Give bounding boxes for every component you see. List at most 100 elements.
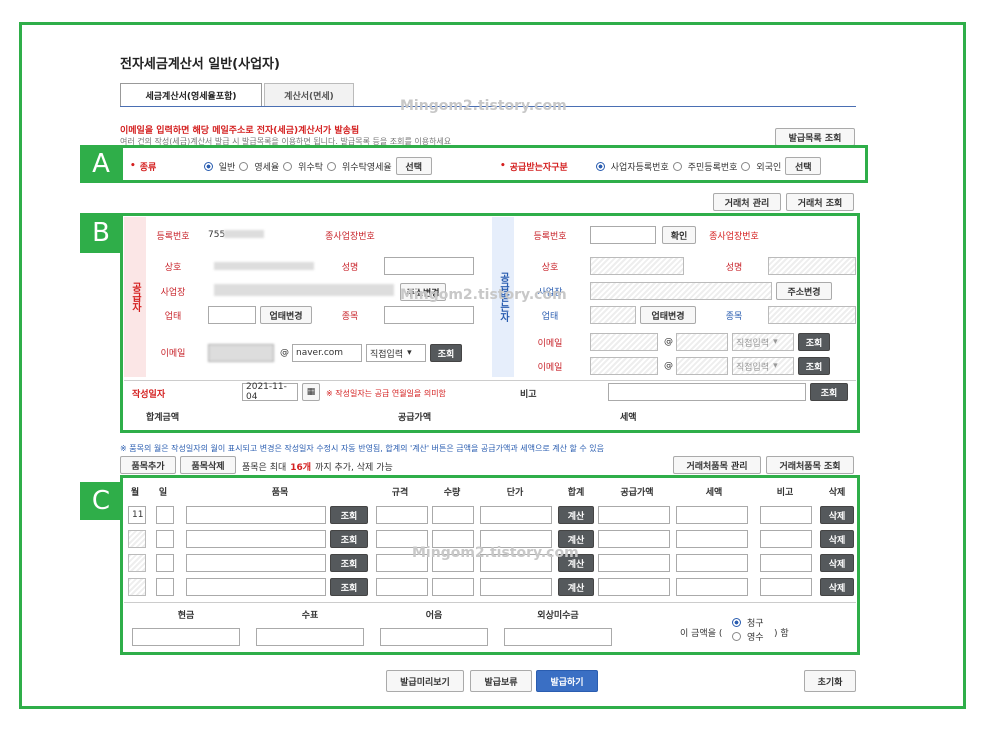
supplier-email-domain-input[interactable]: naver.com bbox=[292, 344, 362, 362]
recipient-email1-search-button[interactable]: 조회 bbox=[798, 333, 830, 351]
add-item-button[interactable]: 품목추가 bbox=[120, 456, 176, 474]
item-tax-input[interactable] bbox=[676, 578, 748, 596]
item-tax-input[interactable] bbox=[676, 506, 748, 524]
item-search-button[interactable]: 조회 bbox=[330, 506, 368, 524]
amount-option-receipt[interactable]: 영수 bbox=[732, 630, 764, 643]
recipient-rep-input[interactable] bbox=[768, 257, 856, 275]
item-qty-input[interactable] bbox=[432, 506, 474, 524]
item-month-input[interactable] bbox=[128, 554, 146, 572]
preview-button[interactable]: 발급미리보기 bbox=[386, 670, 464, 692]
partner-item-manage-button[interactable]: 거래처품목 관리 bbox=[673, 456, 761, 474]
item-search-button[interactable]: 조회 bbox=[330, 554, 368, 572]
issue-list-button[interactable]: 발급목록 조회 bbox=[775, 128, 855, 146]
delete-item-button[interactable]: 품목삭제 bbox=[180, 456, 236, 474]
item-day-input[interactable] bbox=[156, 506, 174, 524]
item-delete-button[interactable]: 삭제 bbox=[820, 554, 854, 572]
type-radio-consign[interactable] bbox=[283, 161, 293, 171]
type-radio-zero[interactable] bbox=[239, 161, 249, 171]
partner-manage-button[interactable]: 거래처 관리 bbox=[713, 193, 781, 211]
item-memo-input[interactable] bbox=[760, 578, 812, 596]
item-search-button[interactable]: 조회 bbox=[330, 530, 368, 548]
recipient-email1-domain-input[interactable] bbox=[676, 333, 728, 351]
recipient-item-input[interactable] bbox=[768, 306, 856, 324]
item-memo-input[interactable] bbox=[760, 530, 812, 548]
partner-search-button[interactable]: 거래처 조회 bbox=[786, 193, 854, 211]
item-name-input[interactable] bbox=[186, 506, 326, 524]
recipient-email1-select[interactable]: 직접입력 ▾ bbox=[732, 333, 794, 351]
recipient-radio-rrn[interactable] bbox=[672, 161, 682, 171]
item-name-input[interactable] bbox=[186, 554, 326, 572]
item-price-input[interactable] bbox=[480, 578, 552, 596]
item-day-input[interactable] bbox=[156, 554, 174, 572]
supplier-rep-input[interactable] bbox=[384, 257, 474, 275]
item-qty-input[interactable] bbox=[432, 578, 474, 596]
date-input[interactable]: 2021-11-04 bbox=[242, 382, 298, 402]
amount-radio-receipt[interactable] bbox=[732, 632, 741, 641]
item-tax-input[interactable] bbox=[676, 554, 748, 572]
item-calc-button[interactable]: 계산 bbox=[558, 506, 594, 524]
item-supply-input[interactable] bbox=[598, 530, 670, 548]
recipient-regno-input[interactable] bbox=[590, 226, 656, 244]
recipient-select-button[interactable]: 선택 bbox=[785, 157, 822, 175]
recipient-addr-input[interactable] bbox=[590, 282, 772, 300]
recipient-email2-id-input[interactable] bbox=[590, 357, 658, 375]
item-spec-input[interactable] bbox=[376, 506, 428, 524]
item-memo-input[interactable] bbox=[760, 554, 812, 572]
partner-item-search-button[interactable]: 거래처품목 조회 bbox=[766, 456, 854, 474]
calendar-icon[interactable]: ▦ bbox=[302, 383, 320, 401]
recipient-radio-bizno[interactable] bbox=[595, 161, 605, 171]
supplier-email-search-button[interactable]: 조회 bbox=[430, 344, 462, 362]
item-month-input[interactable] bbox=[128, 578, 146, 596]
recipient-email2-select[interactable]: 직접입력 ▾ bbox=[732, 357, 794, 375]
item-price-input[interactable] bbox=[480, 506, 552, 524]
item-name-input[interactable] bbox=[186, 578, 326, 596]
item-spec-input[interactable] bbox=[376, 578, 428, 596]
item-delete-button[interactable]: 삭제 bbox=[820, 530, 854, 548]
item-day-input[interactable] bbox=[156, 530, 174, 548]
item-name-input[interactable] bbox=[186, 530, 326, 548]
supplier-email-select[interactable]: 직접입력 ▾ bbox=[366, 344, 426, 362]
item-supply-input[interactable] bbox=[598, 506, 670, 524]
item-supply-input[interactable] bbox=[598, 554, 670, 572]
item-delete-button[interactable]: 삭제 bbox=[820, 506, 854, 524]
recipient-email2-search-button[interactable]: 조회 bbox=[798, 357, 830, 375]
hold-button[interactable]: 발급보류 bbox=[470, 670, 532, 692]
supplier-item-input[interactable] bbox=[384, 306, 474, 324]
tab-tax-invoice[interactable]: 세금계산서(영세율포함) bbox=[120, 83, 262, 107]
recipient-radio-foreign[interactable] bbox=[741, 161, 751, 171]
type-select-button[interactable]: 선택 bbox=[395, 157, 432, 175]
recipient-email1-id-input[interactable] bbox=[590, 333, 658, 351]
supplier-email-id-input[interactable] bbox=[208, 344, 274, 362]
type-radio-general[interactable] bbox=[203, 161, 213, 171]
item-search-button[interactable]: 조회 bbox=[330, 578, 368, 596]
item-tax-input[interactable] bbox=[676, 530, 748, 548]
amount-option-claim[interactable]: 청구 bbox=[732, 616, 764, 629]
amount-radio-claim[interactable] bbox=[732, 618, 741, 627]
memo-search-button[interactable]: 조회 bbox=[810, 383, 848, 401]
payment-cash-input[interactable] bbox=[132, 628, 240, 646]
supplier-biz-button[interactable]: 업태변경 bbox=[260, 306, 312, 324]
type-radio-consign-zero[interactable] bbox=[327, 161, 337, 171]
item-month-input[interactable]: 11 bbox=[128, 506, 146, 524]
item-memo-input[interactable] bbox=[760, 506, 812, 524]
recipient-email2-domain-input[interactable] bbox=[676, 357, 728, 375]
item-delete-button[interactable]: 삭제 bbox=[820, 578, 854, 596]
recipient-addr-button[interactable]: 주소변경 bbox=[776, 282, 832, 300]
recipient-biz-button[interactable]: 업태변경 bbox=[640, 306, 696, 324]
payment-check-input[interactable] bbox=[256, 628, 364, 646]
recipient-confirm-button[interactable]: 확인 bbox=[662, 226, 696, 244]
tab-invoice[interactable]: 계산서(면세) bbox=[264, 83, 354, 107]
payment-note-input[interactable] bbox=[380, 628, 488, 646]
item-supply-input[interactable] bbox=[598, 578, 670, 596]
reset-button[interactable]: 초기화 bbox=[804, 670, 856, 692]
issue-button[interactable]: 발급하기 bbox=[536, 670, 598, 692]
memo-input[interactable] bbox=[608, 383, 806, 401]
date-row-divider bbox=[124, 380, 856, 381]
supplier-biz-input[interactable] bbox=[208, 306, 256, 324]
payment-credit-input[interactable] bbox=[504, 628, 612, 646]
recipient-name-input[interactable] bbox=[590, 257, 684, 275]
item-calc-button[interactable]: 계산 bbox=[558, 578, 594, 596]
item-month-input[interactable] bbox=[128, 530, 146, 548]
recipient-biz-input[interactable] bbox=[590, 306, 636, 324]
item-day-input[interactable] bbox=[156, 578, 174, 596]
